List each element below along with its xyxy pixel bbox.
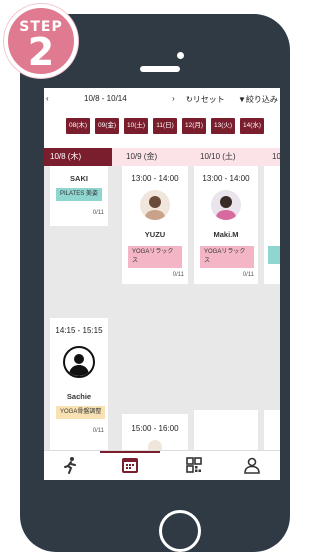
toolbar: ‹ 10/8 - 10/14 › ↻リセット ▼絞り込み bbox=[44, 88, 280, 110]
session-card-maki[interactable]: 13:00 - 14:00 Maki.M YOGAリラックス 0/11 bbox=[194, 166, 258, 284]
class-tag: PILATES 美姿 bbox=[56, 188, 102, 201]
reset-label: リセット bbox=[192, 95, 225, 104]
session-time: 13:00 - 14:00 bbox=[202, 174, 250, 183]
filter-label: 絞り込み bbox=[245, 95, 278, 104]
capacity: 0/11 bbox=[92, 428, 104, 434]
column-header: 10/8 (木) bbox=[44, 148, 112, 166]
session-card-saki[interactable]: SAKI PILATES 美姿 0/11 bbox=[50, 166, 108, 226]
avatar-placeholder-icon bbox=[63, 346, 95, 378]
active-tab-indicator bbox=[100, 451, 160, 453]
date-chip[interactable]: 11(日) bbox=[153, 118, 177, 134]
instructor-name: Maki.M bbox=[213, 230, 239, 239]
avatar bbox=[148, 440, 162, 450]
session-card-next[interactable]: 15:00 - 16:00 bbox=[122, 414, 188, 450]
column-header: 10/9 (金) bbox=[126, 152, 158, 161]
capacity: 0/11 bbox=[172, 272, 184, 278]
session-time: 13:00 - 14:00 bbox=[131, 174, 179, 183]
empty-slot bbox=[194, 410, 258, 450]
nav-profile-icon[interactable] bbox=[242, 455, 262, 475]
date-chip[interactable]: 14(水) bbox=[240, 118, 264, 134]
capacity: 0/11 bbox=[242, 272, 254, 278]
avatar bbox=[211, 190, 241, 220]
empty-slot bbox=[264, 410, 280, 450]
app-screen: ‹ 10/8 - 10/14 › ↻リセット ▼絞り込み 08(木) 09(金)… bbox=[44, 88, 280, 480]
class-tag: YOGAリラックス bbox=[200, 246, 254, 268]
column-headers: 10/8 (木) 10/9 (金) 10/10 (土) 10 bbox=[44, 148, 280, 166]
class-tag-partial bbox=[268, 246, 280, 264]
date-chip-row: 08(木) 09(金) 10(土) 11(日) 12(月) 13(火) 14(水… bbox=[44, 118, 280, 140]
capacity: 0/11 bbox=[92, 210, 104, 216]
column-header: 10 bbox=[272, 152, 280, 161]
date-range: 10/8 - 10/14 bbox=[84, 94, 127, 103]
home-button[interactable] bbox=[159, 510, 201, 552]
session-card-partial[interactable] bbox=[264, 166, 280, 284]
nav-activity-icon[interactable] bbox=[60, 455, 80, 475]
instructor-name: SAKI bbox=[70, 174, 88, 183]
bottom-nav bbox=[44, 450, 280, 480]
camera-icon bbox=[177, 52, 184, 59]
date-chip[interactable]: 10(土) bbox=[124, 118, 148, 134]
date-chip[interactable]: 09(金) bbox=[95, 118, 119, 134]
schedule-grid: SAKI PILATES 美姿 0/11 13:00 - 14:00 YUZU … bbox=[44, 166, 280, 450]
filter-button[interactable]: ▼絞り込み bbox=[238, 94, 278, 105]
prev-week-button[interactable]: ‹ bbox=[46, 94, 49, 103]
class-tag: YOGAリラックス bbox=[128, 246, 182, 268]
instructor-name: Sachie bbox=[66, 392, 92, 401]
next-week-button[interactable]: › bbox=[172, 94, 175, 103]
step-number: 2 bbox=[27, 30, 55, 74]
date-chip[interactable]: 12(月) bbox=[182, 118, 206, 134]
session-time: 15:00 - 16:00 bbox=[131, 424, 179, 433]
stage: STEP 2 ‹ 10/8 - 10/14 › ↻リセット ▼絞り込み 08(木… bbox=[0, 0, 298, 556]
step-badge: STEP 2 bbox=[4, 4, 78, 78]
date-chip[interactable]: 13(火) bbox=[211, 118, 235, 134]
avatar bbox=[140, 190, 170, 220]
class-tag: YOGA骨盤調整 bbox=[56, 406, 106, 419]
date-chip[interactable]: 08(木) bbox=[66, 118, 90, 134]
reset-button[interactable]: ↻リセット bbox=[186, 94, 225, 105]
filter-icon: ▼ bbox=[238, 95, 246, 104]
reset-icon: ↻ bbox=[186, 95, 193, 104]
nav-qr-icon[interactable] bbox=[184, 455, 204, 475]
session-card-yuzu[interactable]: 13:00 - 14:00 YUZU YOGAリラックス 0/11 bbox=[122, 166, 188, 284]
nav-calendar-icon[interactable] bbox=[120, 455, 140, 475]
session-time: 14:15 - 15:15 bbox=[55, 326, 103, 335]
column-header: 10/10 (土) bbox=[200, 152, 236, 161]
speaker-icon bbox=[140, 66, 180, 72]
instructor-name: YUZU bbox=[144, 230, 166, 239]
session-card-sachie[interactable]: 14:15 - 15:15 Sachie YOGA骨盤調整 0/11 bbox=[50, 318, 108, 450]
